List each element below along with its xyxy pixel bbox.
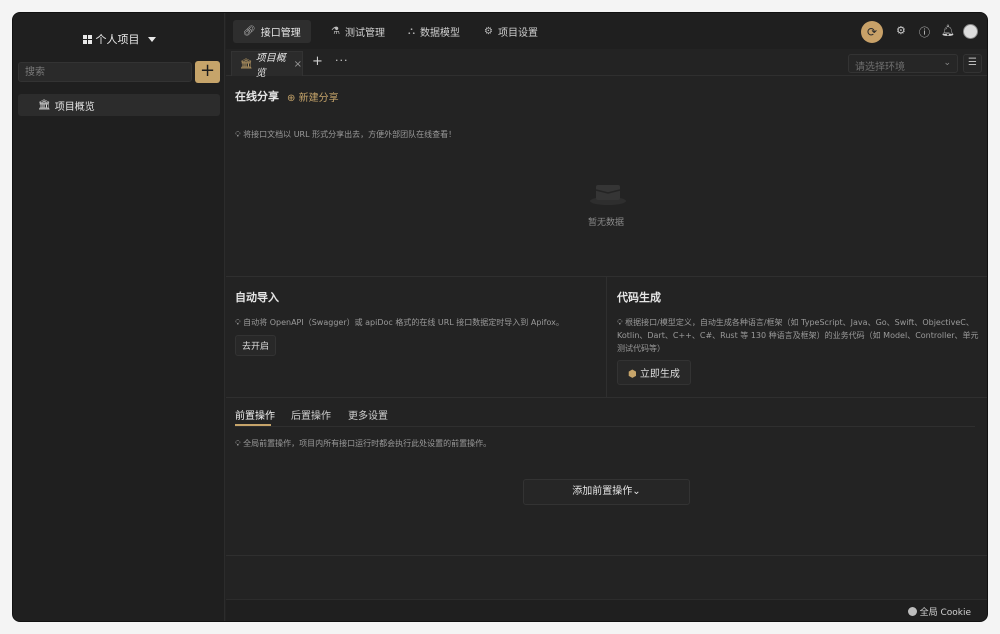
online-share-hint: 💡︎ 将接口文档以 URL 形式分享出去，方便外部团队在线查看！: [235, 128, 835, 141]
tab-label: 接口管理: [260, 28, 301, 39]
cookie-label: 全局 Cookie: [919, 608, 971, 618]
doc-tab-overview[interactable]: 🏛 项目概览 ×: [231, 51, 303, 79]
bank-icon: 🏛: [38, 99, 51, 111]
top-bar: 🔗︎ 接口管理 ⚗ 测试管理 ⛬ 数据模型 ⚙ 项目设置 ⟳ ⚙ ⓘ 🔔︎: [226, 13, 987, 49]
tab-more-settings[interactable]: 更多设置: [348, 407, 388, 422]
global-cookie-button[interactable]: 全局 Cookie: [907, 605, 971, 618]
hint-text: 自动将 OpenAPI（Swagger）或 apiDoc 格式的在线 URL 接…: [243, 318, 564, 327]
footer: 全局 Cookie: [226, 599, 987, 621]
bell-icon[interactable]: 🔔︎: [941, 24, 955, 37]
model-icon: ⛬: [408, 26, 415, 37]
main-content: 在线分享 ⊕ 新建分享 💡︎ 将接口文档以 URL 形式分享出去，方便外部团队在…: [226, 77, 987, 599]
enable-auto-import-button[interactable]: 去开启: [235, 335, 277, 356]
doc-tab-label: 项目概览: [255, 53, 286, 79]
sidebar: 个人项目 + 🏛 项目概览: [13, 13, 225, 621]
cookie-icon: [907, 607, 917, 616]
environment-select[interactable]: 请选择环境 ⌄: [848, 54, 958, 73]
chevron-down-icon: ⌄: [943, 58, 951, 68]
code-gen-hint: 💡︎ 根据接口/模型定义，自动生成各种语言/框架（如 TypeScript、Ja…: [617, 316, 979, 355]
gear-icon: ⚙: [484, 26, 493, 37]
generate-code-button[interactable]: ⬢ 立即生成: [617, 360, 691, 385]
empty-box-icon: [590, 185, 626, 205]
pre-ops-hint: 💡︎ 全局前置操作，项目内所有接口运行时都会执行此处设置的前置操作。: [235, 437, 835, 450]
project-name: 个人项目: [95, 33, 140, 46]
caret-down-icon: [147, 36, 156, 42]
tab-test-management[interactable]: ⚗ 测试管理: [321, 20, 395, 43]
list-icon[interactable]: ☰: [963, 54, 982, 73]
online-share-title: 在线分享: [235, 90, 279, 103]
new-tab-button[interactable]: +: [312, 54, 323, 69]
sidebar-item-label: 项目概览: [54, 101, 95, 113]
sidebar-item-overview[interactable]: 🏛 项目概览: [18, 94, 220, 116]
search-input[interactable]: [18, 62, 192, 82]
settings-icon[interactable]: ⚙: [896, 24, 906, 37]
more-tabs-button[interactable]: ···: [335, 54, 349, 67]
app-window: 个人项目 + 🏛 项目概览 🔗︎ 接口管理 ⚗ 测试管理 ⛬ 数据模型 ⚙ 项目…: [12, 12, 988, 622]
chevron-down-icon: ⌄: [632, 486, 641, 497]
new-share-button[interactable]: ⊕ 新建分享: [287, 89, 339, 104]
tab-post-ops[interactable]: 后置操作: [291, 407, 331, 422]
environment-placeholder: 请选择环境: [855, 62, 905, 73]
divider: [226, 555, 987, 556]
generate-code-label: 立即生成: [639, 369, 680, 380]
bulb-icon: 💡︎: [617, 318, 623, 327]
tab-api-management[interactable]: 🔗︎ 接口管理: [233, 20, 311, 43]
bulb-icon: 💡︎: [235, 318, 241, 327]
add-button[interactable]: +: [195, 61, 220, 83]
new-share-label: 新建分享: [298, 93, 339, 104]
tab-label: 项目设置: [497, 28, 538, 39]
close-icon[interactable]: ×: [294, 59, 302, 70]
flask-icon: ⚗: [331, 26, 340, 37]
bulb-icon: 💡︎: [235, 130, 241, 139]
empty-text: 暂无数据: [588, 218, 625, 228]
tab-label: 数据模型: [420, 28, 460, 39]
cube-icon: ⬢: [628, 369, 637, 380]
tab-label: 测试管理: [344, 28, 385, 39]
doc-tab-strip: 🏛 项目概览 × + ··· 请选择环境 ⌄ ☰: [226, 50, 987, 79]
divider: [235, 426, 975, 427]
divider: [226, 397, 987, 398]
auto-import-hint: 💡︎ 自动将 OpenAPI（Swagger）或 apiDoc 格式的在线 UR…: [235, 316, 595, 329]
add-pre-op-label: 添加前置操作: [572, 486, 633, 497]
hint-text: 将接口文档以 URL 形式分享出去，方便外部团队在线查看！: [243, 130, 457, 139]
auto-import-title: 自动导入: [235, 291, 279, 304]
code-gen-title: 代码生成: [617, 291, 661, 304]
avatar[interactable]: [963, 24, 978, 39]
grid-icon: [82, 34, 92, 44]
link-icon: 🔗︎: [243, 26, 256, 37]
sync-icon[interactable]: ⟳: [861, 21, 883, 43]
help-icon[interactable]: ⓘ: [919, 24, 930, 40]
bulb-icon: 💡︎: [235, 439, 241, 448]
tab-pre-ops[interactable]: 前置操作: [235, 407, 275, 422]
divider: [606, 276, 607, 397]
hint-text: 根据接口/模型定义，自动生成各种语言/框架（如 TypeScript、Java、…: [617, 318, 979, 353]
tab-project-settings[interactable]: ⚙ 项目设置: [474, 20, 548, 43]
add-pre-op-button[interactable]: 添加前置操作⌄: [523, 479, 690, 505]
plus-circle-icon: ⊕: [287, 93, 296, 104]
project-switcher[interactable]: 个人项目: [13, 31, 225, 47]
bank-icon: 🏛: [240, 58, 253, 70]
tab-data-model[interactable]: ⛬ 数据模型: [398, 20, 470, 43]
hint-text: 全局前置操作，项目内所有接口运行时都会执行此处设置的前置操作。: [243, 439, 492, 448]
